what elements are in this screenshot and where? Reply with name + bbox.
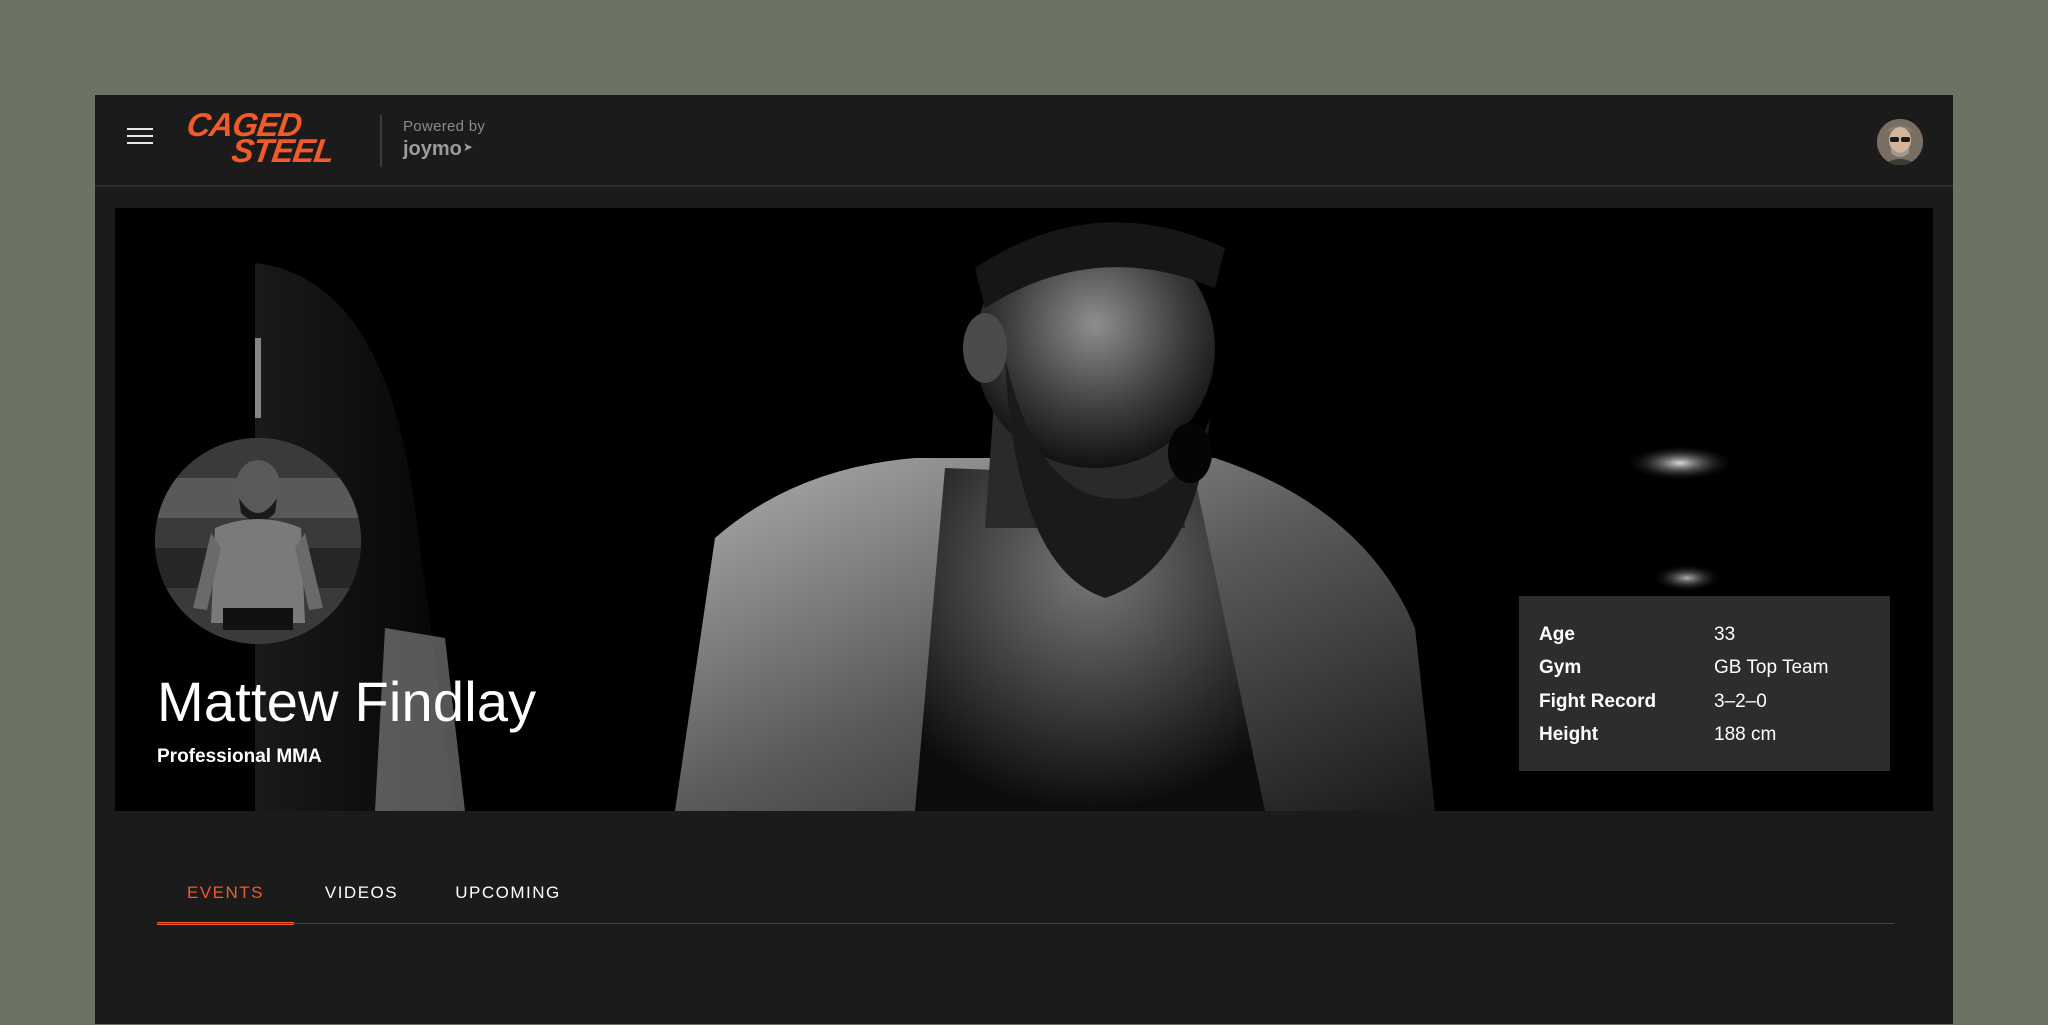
stat-value: 3–2–0 [1714, 690, 1767, 712]
fighter-profile-picture [155, 438, 361, 644]
tab-events[interactable]: EVENTS [157, 863, 294, 925]
stat-value: 188 cm [1714, 724, 1777, 746]
stat-row-height: Height 188 cm [1539, 719, 1870, 753]
avatar-portrait-icon [1877, 119, 1923, 165]
play-arrow-icon: ➤ [462, 140, 473, 154]
stat-label: Height [1539, 724, 1599, 746]
stat-value: GB Top Team [1714, 657, 1829, 679]
stat-row-age: Age 33 [1539, 618, 1870, 652]
fighter-portrait-icon [155, 438, 361, 644]
powered-by-label: Powered by [403, 118, 486, 135]
stat-row-gym: Gym GB Top Team [1539, 652, 1870, 686]
user-avatar[interactable] [1877, 119, 1923, 165]
tab-videos[interactable]: VIDEOS [294, 863, 429, 923]
fighter-hero-banner: Mattew Findlay Professional MMA Age 33 G… [115, 208, 1933, 811]
stat-row-fight-record: Fight Record 3–2–0 [1539, 685, 1870, 719]
fighter-discipline: Professional MMA [157, 746, 322, 767]
tabs-divider [157, 923, 1894, 924]
stat-label: Gym [1539, 657, 1582, 679]
top-navigation-bar: CAGED STEEL Powered by joymo➤ [95, 95, 1953, 187]
fighter-name: Mattew Findlay [157, 670, 537, 733]
app-window: CAGED STEEL Powered by joymo➤ Mattew Fin… [95, 95, 1953, 1024]
content-tabs: EVENTS VIDEOS UPCOMING [157, 863, 1894, 1025]
caged-steel-logo[interactable]: CAGED STEEL [184, 106, 367, 169]
powered-by-joymo: Powered by joymo➤ [403, 118, 486, 161]
joymo-brand: joymo➤ [403, 138, 473, 160]
hamburger-menu-icon[interactable] [127, 126, 155, 148]
stat-value: 33 [1714, 623, 1736, 645]
logo-text-line-2: STEEL [229, 132, 337, 169]
logo-divider [380, 115, 382, 167]
stat-label: Fight Record [1539, 690, 1657, 712]
tab-upcoming[interactable]: UPCOMING [429, 863, 587, 923]
fighter-stats-panel: Age 33 Gym GB Top Team Fight Record 3–2–… [1519, 596, 1890, 771]
stat-label: Age [1539, 623, 1575, 645]
